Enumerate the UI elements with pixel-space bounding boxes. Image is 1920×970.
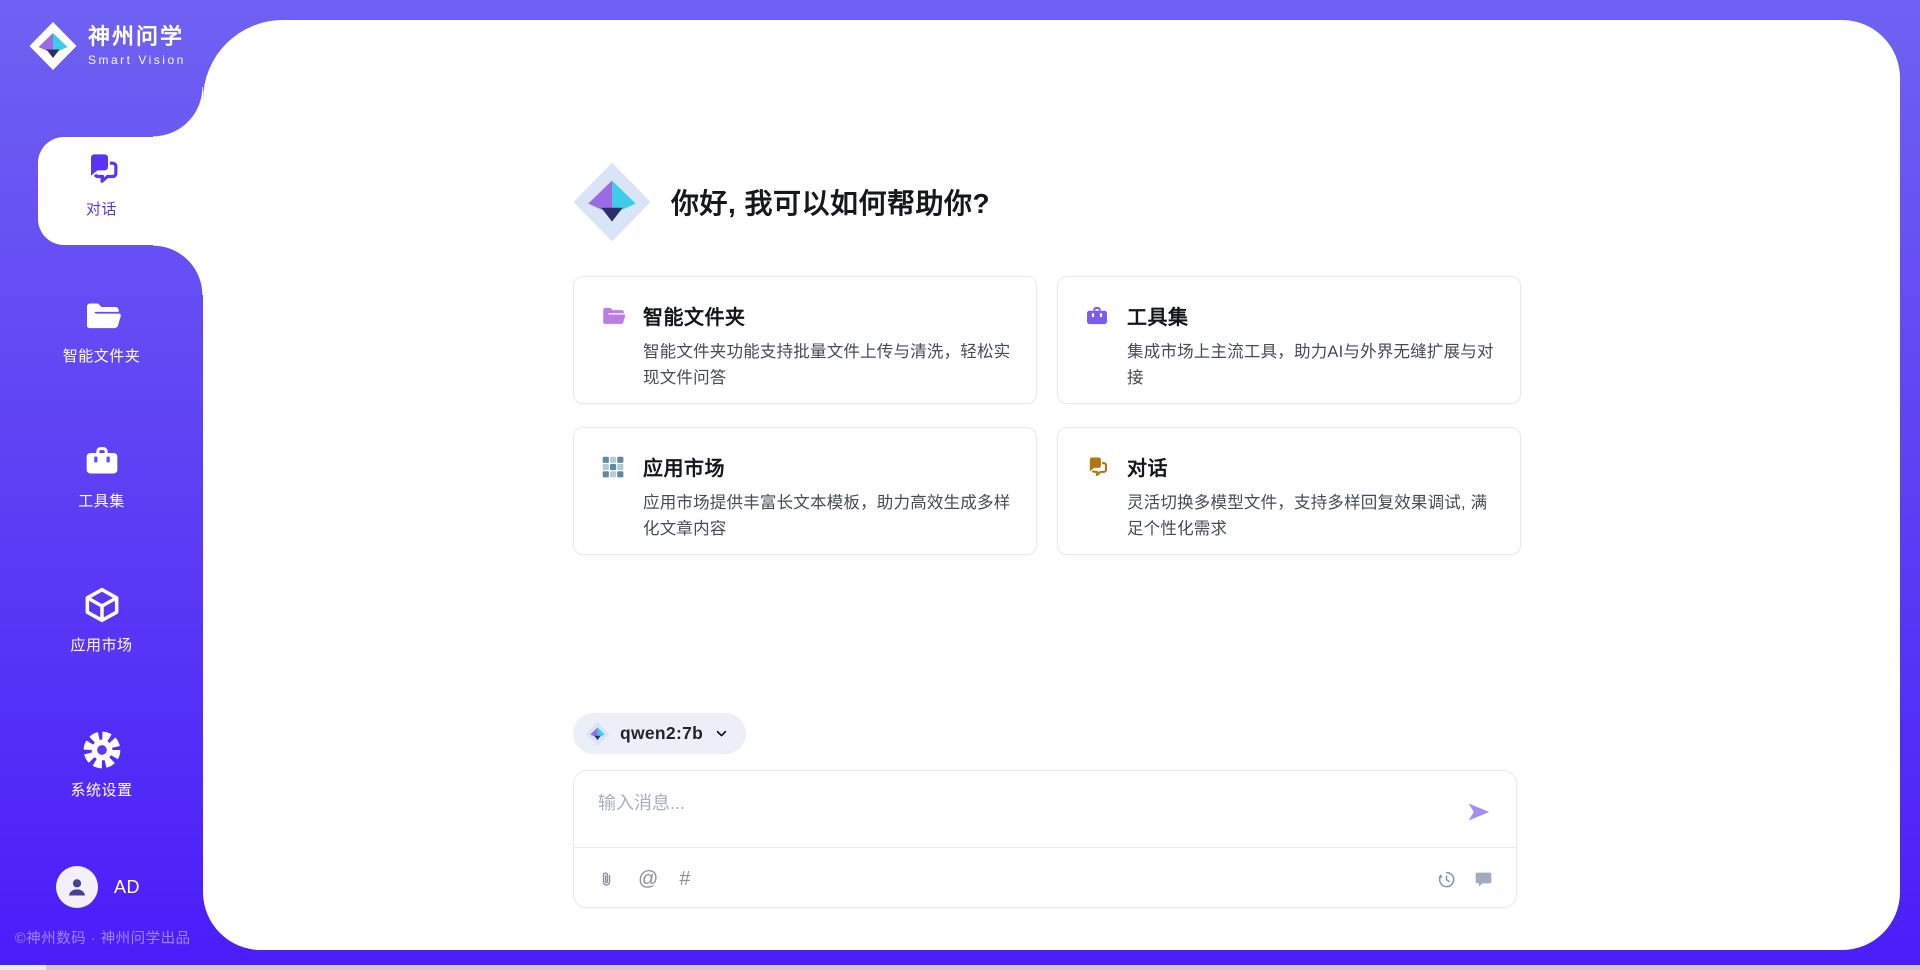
at-icon: @	[638, 869, 658, 889]
greeting-block: 你好, 我可以如何帮助你?	[571, 160, 990, 244]
gear-icon	[82, 730, 122, 770]
mention-button[interactable]: @	[638, 869, 658, 889]
chat-bubbles-icon	[82, 149, 122, 189]
brand-gem-icon	[28, 20, 78, 72]
send-icon	[1463, 797, 1493, 827]
attach-file-button[interactable]	[596, 869, 617, 890]
chat-bubble-icon	[1473, 869, 1494, 890]
scrollbar-corner	[0, 965, 46, 970]
card-description: 应用市场提供丰富长文本模板，助力高效生成多样化文章内容	[643, 490, 1014, 542]
model-selector[interactable]: qwen2:7b	[573, 713, 746, 754]
user-profile[interactable]: AD	[56, 866, 140, 908]
hashtag-button[interactable]: #	[679, 869, 690, 889]
app-root: 神州问学 Smart Vision 对话 智能文件夹 工具集 应用市场 系统设置…	[0, 0, 1920, 970]
card-app-market[interactable]: 应用市场 应用市场提供丰富长文本模板，助力高效生成多样化文章内容	[573, 427, 1037, 555]
sidebar-item-chat[interactable]: 对话	[0, 149, 203, 219]
horizontal-scrollbar[interactable]	[0, 965, 1920, 970]
chat-bubbles-icon	[1084, 454, 1110, 480]
briefcase-icon	[82, 441, 122, 481]
card-title: 应用市场	[643, 452, 725, 481]
person-icon	[64, 874, 90, 900]
conversation-button[interactable]	[1473, 869, 1494, 890]
card-description: 集成市场上主流工具，助力AI与外界无缝扩展与对接	[1127, 339, 1498, 391]
feature-cards: 智能文件夹 智能文件夹功能支持批量文件上传与清洗，轻松实现文件问答 工具集 集成…	[573, 276, 1521, 555]
chevron-down-icon	[713, 725, 730, 742]
card-toolset[interactable]: 工具集 集成市场上主流工具，助力AI与外界无缝扩展与对接	[1057, 276, 1521, 404]
sidebar-item-label: 系统设置	[70, 779, 132, 800]
model-gem-icon	[585, 721, 610, 747]
folder-icon	[82, 296, 122, 336]
card-description: 智能文件夹功能支持批量文件上传与清洗，轻松实现文件问答	[643, 339, 1014, 391]
sidebar-item-app-market[interactable]: 应用市场	[0, 585, 203, 655]
history-button[interactable]	[1436, 869, 1457, 890]
sidebar-item-label: 应用市场	[70, 634, 132, 655]
brand-subtitle: Smart Vision	[88, 54, 186, 66]
card-smart-folder[interactable]: 智能文件夹 智能文件夹功能支持批量文件上传与清洗，轻松实现文件问答	[573, 276, 1037, 404]
greeting-gem-icon	[571, 160, 653, 244]
sidebar-item-label: 智能文件夹	[63, 345, 141, 366]
grid-icon	[600, 454, 626, 480]
card-title: 智能文件夹	[643, 301, 746, 330]
sidebar-item-smart-folder[interactable]: 智能文件夹	[0, 296, 203, 366]
card-title: 工具集	[1127, 301, 1189, 330]
cube-icon	[82, 585, 122, 625]
briefcase-icon	[1084, 303, 1110, 329]
message-composer: @ #	[573, 770, 1517, 908]
card-chat[interactable]: 对话 灵活切换多模型文件，支持多样回复效果调试, 满足个性化需求	[1057, 427, 1521, 555]
sidebar-item-settings[interactable]: 系统设置	[0, 730, 203, 800]
message-input[interactable]	[598, 793, 1438, 814]
active-nav-fillet-bottom	[153, 245, 203, 295]
copyright-footer: ©神州数码 · 神州问学出品	[15, 927, 191, 948]
user-initials: AD	[114, 877, 140, 898]
card-title: 对话	[1127, 452, 1168, 481]
brand-name: 神州问学	[88, 26, 186, 48]
sidebar-item-label: 工具集	[78, 490, 125, 511]
active-nav-fillet-top	[153, 87, 203, 137]
composer-toolbar: @ #	[596, 862, 1494, 896]
composer-divider	[574, 847, 1516, 848]
history-icon	[1436, 869, 1457, 890]
avatar	[56, 866, 98, 908]
send-button[interactable]	[1462, 797, 1494, 829]
card-description: 灵活切换多模型文件，支持多样回复效果调试, 满足个性化需求	[1127, 490, 1498, 542]
brand-logo: 神州问学 Smart Vision	[28, 20, 186, 72]
sidebar-item-toolset[interactable]: 工具集	[0, 441, 203, 511]
model-name: qwen2:7b	[620, 723, 703, 744]
paperclip-icon	[596, 869, 617, 890]
greeting-title: 你好, 我可以如何帮助你?	[671, 182, 990, 222]
folder-icon	[600, 303, 626, 329]
hash-icon: #	[679, 869, 690, 889]
sidebar-item-label: 对话	[86, 198, 117, 219]
